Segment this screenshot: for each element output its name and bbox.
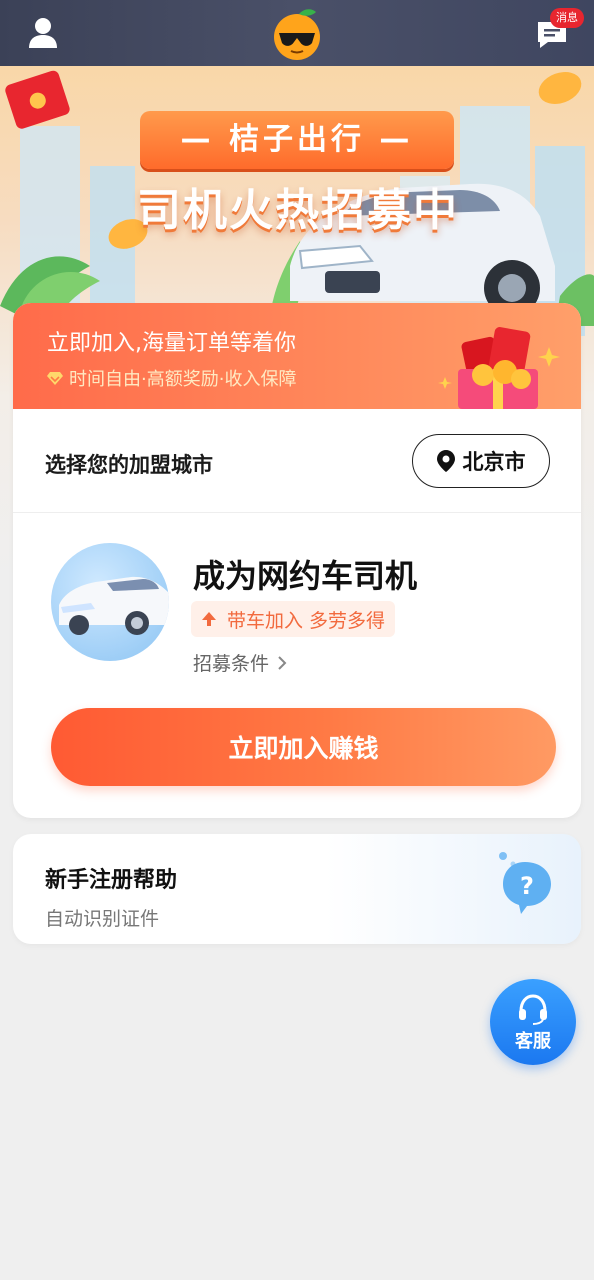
city-label: 选择您的加盟城市 [45, 453, 213, 477]
promo-title: 立即加入,海量订单等着你 [47, 331, 296, 356]
question-bubble-icon: ? [499, 852, 551, 914]
location-pin-icon [436, 450, 455, 472]
help-title: 新手注册帮助 [45, 868, 178, 893]
top-header: 消息 [0, 0, 594, 66]
chevron-right-icon [278, 655, 287, 670]
requirements-link[interactable]: 招募条件 [193, 649, 287, 676]
car-avatar [51, 543, 169, 661]
service-label: 客服 [515, 1031, 551, 1052]
arrow-up-icon [202, 612, 216, 626]
city-selection-row: 选择您的加盟城市 北京市 [13, 409, 581, 513]
recruitment-card: 立即加入,海量订单等着你 时间自由·高额奖励·收入保障 选择您的加盟城市 北京市… [13, 303, 581, 818]
driver-tag-text: 带车加入 多劳多得 [227, 609, 386, 632]
svg-text:?: ? [520, 872, 534, 900]
selected-city: 北京市 [462, 450, 526, 474]
requirements-label: 招募条件 [193, 653, 270, 675]
promo-subtitle-row: 时间自由·高额奖励·收入保障 [47, 365, 296, 391]
user-icon [29, 18, 57, 48]
city-select-button[interactable]: 北京市 [412, 434, 550, 488]
banner-headline: 司机火热招募中 [137, 185, 459, 236]
driver-tag: 带车加入 多劳多得 [191, 601, 396, 637]
gift-box-icon [438, 327, 560, 409]
user-profile-button[interactable] [26, 17, 60, 49]
help-subtitle: 自动识别证件 [45, 908, 160, 930]
brand-ribbon: — 桔子出行 — [140, 111, 454, 169]
message-badge: 消息 [550, 8, 584, 28]
promo-subtitle: 时间自由·高额奖励·收入保障 [69, 369, 297, 390]
join-earn-button[interactable]: 立即加入赚钱 [51, 708, 556, 786]
customer-service-button[interactable]: 客服 [490, 979, 576, 1065]
registration-help-card[interactable]: 新手注册帮助 自动识别证件 ? [13, 834, 581, 944]
driver-title: 成为网约车司机 [193, 557, 418, 595]
promo-section: 立即加入,海量订单等着你 时间自由·高额奖励·收入保障 [13, 303, 581, 409]
diamond-icon [47, 372, 63, 385]
headset-icon [519, 994, 547, 1025]
car-icon [59, 576, 169, 635]
orange-mascot-logo [266, 6, 328, 62]
